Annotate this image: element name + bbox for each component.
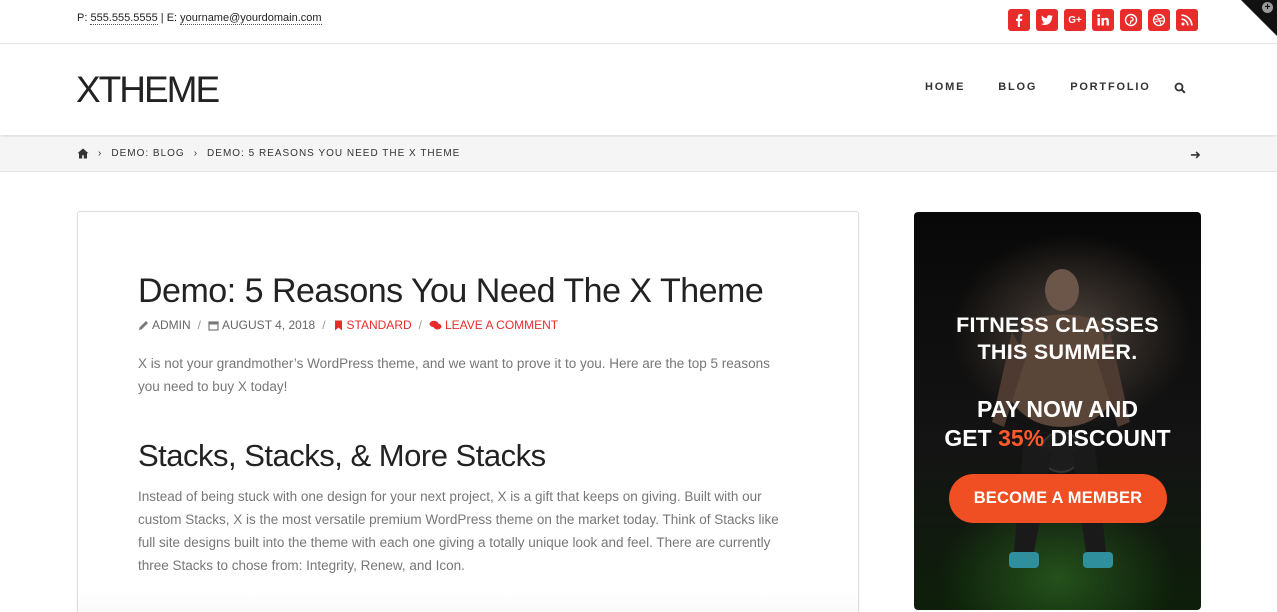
breadcrumb-trail: › DEMO: BLOG › DEMO: 5 REASONS YOU NEED … (77, 148, 460, 159)
comments-icon (429, 320, 442, 329)
ad-discount-value: 35% (998, 425, 1045, 451)
nav-home[interactable]: HOME (925, 81, 965, 93)
breadcrumb: › DEMO: BLOG › DEMO: 5 REASONS YOU NEED … (0, 137, 1277, 172)
nav-blog[interactable]: BLOG (998, 81, 1037, 93)
facebook-icon[interactable] (1008, 9, 1030, 31)
post-card: Demo: 5 Reasons You Need The X Theme ADM… (77, 211, 859, 612)
linkedin-icon[interactable] (1092, 9, 1114, 31)
post-author[interactable]: ADMIN (152, 318, 191, 332)
site-header: XTHEME HOME BLOG PORTFOLIO (0, 45, 1277, 135)
chevron-right-icon: › (98, 148, 103, 159)
plus-icon[interactable]: + (1262, 2, 1273, 13)
ad-offer: PAY NOW AND GET 35% DISCOUNT (914, 395, 1201, 453)
ad-offer-line1: PAY NOW AND (976, 396, 1139, 422)
ad-offer-line2: GET 35% DISCOUNT (914, 424, 1201, 453)
phone-link[interactable]: 555.555.5555 (90, 12, 158, 25)
section-body: Instead of being stuck with one design f… (138, 489, 779, 573)
breadcrumb-item-current: DEMO: 5 REASONS YOU NEED THE X THEME (207, 148, 461, 159)
search-icon[interactable] (1174, 82, 1186, 94)
ad-headline: FITNESS CLASSES THIS SUMMER. (914, 312, 1201, 366)
email-link[interactable]: yourname@yourdomain.com (180, 12, 322, 25)
dribbble-icon[interactable] (1148, 9, 1170, 31)
site-logo[interactable]: XTHEME (76, 69, 220, 111)
calendar-icon (208, 320, 219, 331)
phone-prefix: P: (77, 12, 91, 24)
pinterest-icon[interactable] (1120, 9, 1142, 31)
contact-info: P: 555.555.5555 | E: yourname@yourdomain… (77, 12, 322, 25)
google-plus-icon[interactable]: G+ (1064, 9, 1086, 31)
meta-separator: / (197, 318, 202, 332)
post-meta: ADMIN / AUGUST 4, 2018 / STANDARD / LEAV… (138, 318, 558, 332)
top-bar: P: 555.555.5555 | E: yourname@yourdomain… (0, 0, 1277, 44)
bottom-fade (78, 590, 858, 612)
home-icon[interactable] (77, 148, 89, 159)
arrow-right-icon[interactable]: ➜ (1190, 147, 1201, 163)
chevron-right-icon: › (193, 148, 199, 159)
leave-comment-link[interactable]: LEAVE A COMMENT (445, 318, 558, 332)
ad-offer-post: DISCOUNT (1044, 425, 1171, 451)
sidebar-ad-banner[interactable]: FITNESS CLASSES THIS SUMMER. PAY NOW AND… (914, 212, 1201, 610)
post-intro: X is not your grandmother’s WordPress th… (138, 356, 770, 394)
twitter-icon[interactable] (1036, 9, 1058, 31)
email-prefix: | E: (157, 12, 181, 24)
ad-headline-line1: FITNESS CLASSES (956, 313, 1159, 337)
ad-headline-line2: THIS SUMMER. (977, 340, 1138, 364)
bookmark-icon (334, 320, 342, 330)
post-title: Demo: 5 Reasons You Need The X Theme (138, 272, 764, 310)
post-category[interactable]: STANDARD (347, 318, 412, 332)
section-heading: Stacks, Stacks, & More Stacks (138, 438, 546, 473)
social-links: G+ (1008, 9, 1198, 31)
meta-separator: / (418, 318, 422, 332)
nav-portfolio[interactable]: PORTFOLIO (1070, 81, 1150, 93)
main-nav: HOME BLOG PORTFOLIO (925, 81, 1184, 93)
meta-separator: / (322, 318, 326, 332)
pencil-icon (139, 320, 148, 330)
breadcrumb-item-blog[interactable]: DEMO: BLOG (111, 148, 184, 159)
post-date: AUGUST 4, 2018 (222, 318, 316, 332)
become-member-button[interactable]: BECOME A MEMBER (949, 474, 1167, 523)
ad-offer-pre: GET (944, 425, 999, 451)
rss-icon[interactable] (1176, 9, 1198, 31)
